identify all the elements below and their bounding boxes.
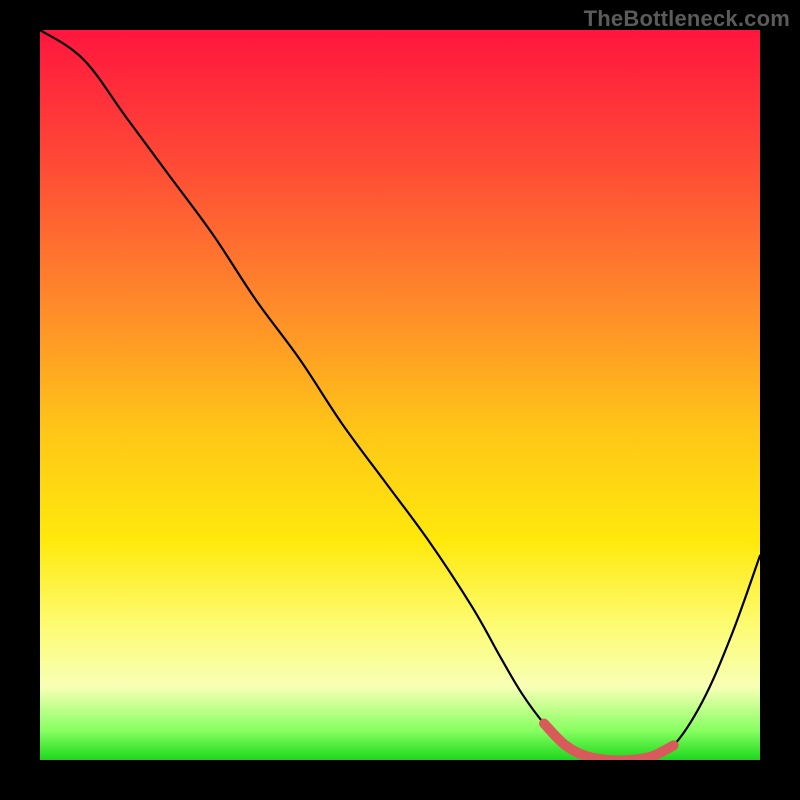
curve-layer	[40, 30, 760, 760]
watermark-text: TheBottleneck.com	[584, 6, 790, 32]
chart-frame: TheBottleneck.com	[0, 0, 800, 800]
plot-area	[40, 30, 760, 760]
bottleneck-curve	[40, 30, 760, 760]
optimal-range-highlight	[544, 724, 674, 761]
